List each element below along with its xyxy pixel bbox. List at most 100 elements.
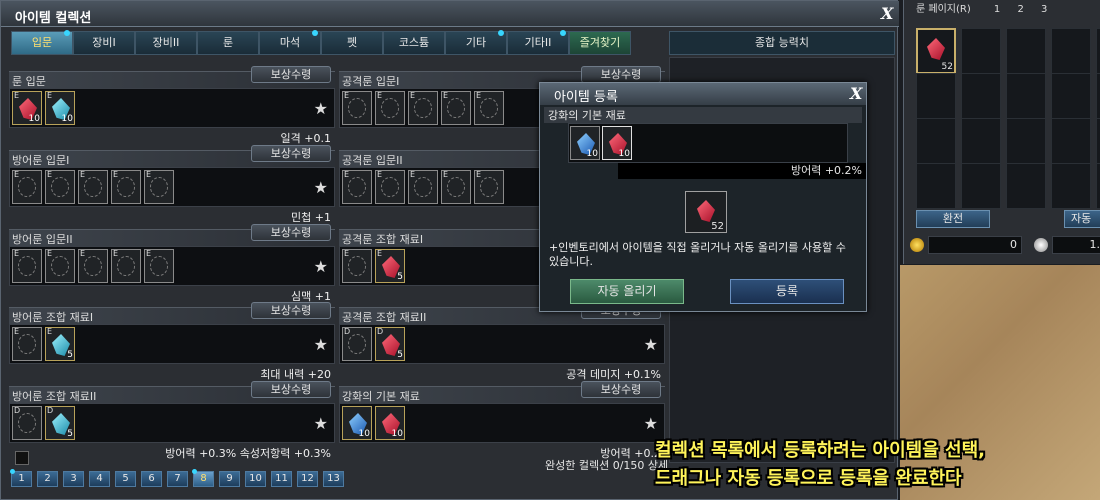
inventory-slot[interactable] — [916, 118, 956, 164]
item-slot[interactable]: E — [144, 249, 174, 283]
page-button[interactable]: 6 — [141, 471, 162, 487]
item-slot[interactable]: D — [342, 327, 372, 361]
item-slot[interactable]: E5 — [45, 327, 75, 361]
favorite-star-icon[interactable]: ★ — [314, 99, 328, 118]
inventory-slot[interactable] — [1051, 118, 1091, 164]
item-slot[interactable]: E — [111, 170, 141, 204]
auto-upload-button[interactable]: 자동 올리기 — [570, 279, 684, 304]
reward-button[interactable]: 보상수령 — [581, 66, 661, 83]
dialog-slot-red[interactable]: 10 — [602, 126, 632, 160]
register-button[interactable]: 등록 — [730, 279, 844, 304]
tab-6[interactable]: 코스튬 — [383, 31, 445, 55]
item-slot[interactable]: E — [111, 249, 141, 283]
item-slot[interactable]: E — [12, 327, 42, 361]
dialog-source-item[interactable]: 52 — [685, 191, 727, 233]
tab-0[interactable]: 입문 — [11, 30, 73, 55]
inventory-slot[interactable] — [1051, 73, 1091, 119]
item-slot[interactable]: 10 — [342, 406, 372, 440]
close-button[interactable]: X — [881, 4, 893, 23]
page-2-button[interactable]: 2 — [1017, 4, 1023, 15]
item-slot[interactable]: E — [45, 249, 75, 283]
tab-5[interactable]: 펫 — [321, 31, 383, 55]
tab-4[interactable]: 마석 — [259, 30, 321, 55]
favorite-star-icon[interactable]: ★ — [644, 335, 658, 354]
item-slot[interactable]: D5 — [45, 406, 75, 440]
page-button[interactable]: 3 — [63, 471, 84, 487]
inventory-slot[interactable] — [1006, 73, 1046, 119]
item-slot[interactable]: D5 — [375, 327, 405, 361]
favorite-star-icon[interactable]: ★ — [314, 335, 328, 354]
tab-ability[interactable]: 종합 능력치 — [669, 31, 895, 55]
exchange-button[interactable]: 환전 — [916, 210, 990, 228]
inventory-slot[interactable] — [1006, 163, 1046, 209]
item-slot[interactable]: E — [45, 170, 75, 204]
reward-button[interactable]: 보상수령 — [251, 224, 331, 241]
page-button[interactable]: 4 — [89, 471, 110, 487]
inventory-slot[interactable] — [1096, 118, 1100, 164]
inventory-slot[interactable] — [1006, 28, 1046, 74]
rune-page-tab[interactable]: 룬 페이지(R) — [916, 4, 971, 15]
inventory-slot[interactable] — [1096, 73, 1100, 119]
item-slot[interactable]: E — [474, 170, 504, 204]
page-button[interactable]: 5 — [115, 471, 136, 487]
page-button[interactable]: 7 — [167, 471, 188, 487]
page-button[interactable]: 1 — [10, 469, 32, 487]
inventory-slot[interactable] — [916, 163, 956, 209]
item-slot[interactable]: E — [12, 249, 42, 283]
item-slot[interactable]: E — [144, 170, 174, 204]
item-slot[interactable]: E — [474, 91, 504, 125]
item-slot[interactable]: E — [375, 91, 405, 125]
tab-7[interactable]: 기타 — [445, 30, 507, 55]
favorite-star-icon[interactable]: ★ — [314, 257, 328, 276]
page-button[interactable]: 12 — [297, 471, 318, 487]
item-slot[interactable]: E — [342, 249, 372, 283]
item-slot[interactable]: E — [342, 91, 372, 125]
inventory-slot[interactable] — [1096, 28, 1100, 74]
item-slot[interactable]: E — [408, 91, 438, 125]
favorite-star-icon[interactable]: ★ — [644, 414, 658, 433]
auto-button[interactable]: 자동 — [1064, 210, 1100, 228]
favorite-star-icon[interactable]: ★ — [314, 414, 328, 433]
page-button[interactable]: 11 — [271, 471, 292, 487]
tab-3[interactable]: 룬 — [197, 31, 259, 55]
title-bar[interactable]: 아이템 컬렉션 X — [1, 1, 899, 27]
page-3-button[interactable]: 3 — [1041, 4, 1047, 15]
item-slot[interactable]: E — [12, 170, 42, 204]
item-slot[interactable]: E — [441, 91, 471, 125]
item-slot[interactable]: E — [78, 249, 108, 283]
tab-2[interactable]: 장비II — [135, 31, 197, 55]
inventory-slot[interactable]: 52 — [916, 28, 956, 74]
page-button[interactable]: 10 — [245, 471, 266, 487]
inventory-slot[interactable] — [1051, 163, 1091, 209]
reward-button[interactable]: 보상수령 — [251, 302, 331, 319]
item-slot[interactable]: E — [78, 170, 108, 204]
inventory-slot[interactable] — [1096, 163, 1100, 209]
reward-button[interactable]: 보상수령 — [251, 381, 331, 398]
inventory-slot[interactable] — [1051, 28, 1091, 74]
page-button[interactable]: 8 — [192, 469, 214, 487]
reward-button[interactable]: 보상수령 — [251, 145, 331, 162]
inventory-slot[interactable] — [961, 118, 1001, 164]
item-slot[interactable]: E — [441, 170, 471, 204]
item-slot[interactable]: E — [408, 170, 438, 204]
inventory-slot[interactable] — [916, 73, 956, 119]
inventory-slot[interactable] — [1006, 118, 1046, 164]
inventory-slot[interactable] — [961, 163, 1001, 209]
reward-button[interactable]: 보상수령 — [581, 381, 661, 398]
tab-8[interactable]: 기타II — [507, 30, 569, 55]
dialog-slot-blue[interactable]: 10 — [570, 126, 600, 160]
page-button[interactable]: 9 — [219, 471, 240, 487]
item-slot[interactable]: E — [375, 170, 405, 204]
favorite-star-icon[interactable]: ★ — [314, 178, 328, 197]
tab-1[interactable]: 장비I — [73, 31, 135, 55]
tab-9[interactable]: 즐겨찾기 — [569, 31, 631, 55]
item-slot[interactable]: 10 — [375, 406, 405, 440]
inventory-slot[interactable] — [961, 73, 1001, 119]
reward-button[interactable]: 보상수령 — [251, 66, 331, 83]
inventory-slot[interactable] — [961, 28, 1001, 74]
item-slot[interactable]: D — [12, 406, 42, 440]
page-1-button[interactable]: 1 — [994, 4, 1000, 15]
dialog-title-bar[interactable]: 아이템 등록 — [540, 83, 866, 105]
item-slot[interactable]: E — [342, 170, 372, 204]
dialog-close-button[interactable]: X — [850, 84, 862, 103]
